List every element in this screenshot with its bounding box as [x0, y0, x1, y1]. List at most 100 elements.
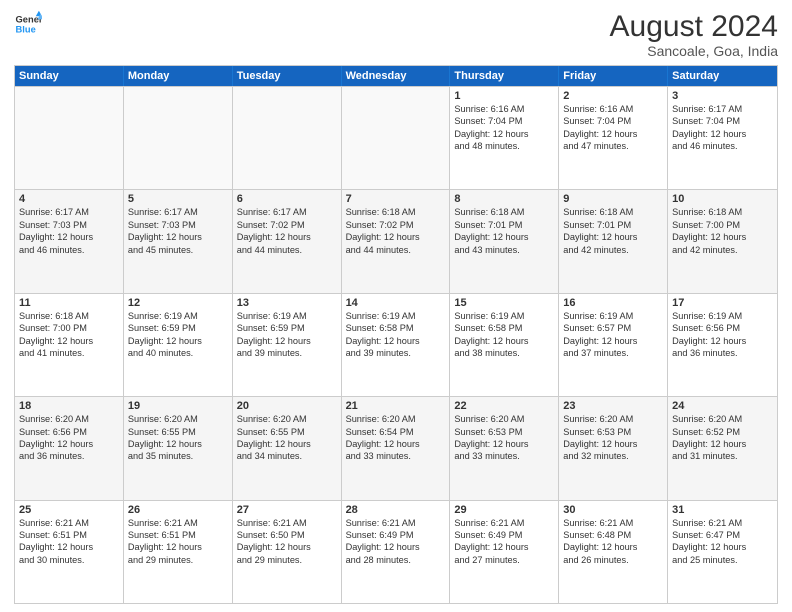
day-info: Sunrise: 6:19 AMSunset: 6:58 PMDaylight:… — [346, 310, 446, 360]
day-number: 30 — [563, 504, 663, 516]
calendar-row: 4Sunrise: 6:17 AMSunset: 7:03 PMDaylight… — [15, 189, 777, 292]
header-day: Friday — [559, 66, 668, 86]
day-cell: 11Sunrise: 6:18 AMSunset: 7:00 PMDayligh… — [15, 294, 124, 396]
day-info: Sunrise: 6:18 AMSunset: 7:00 PMDaylight:… — [19, 310, 119, 360]
day-cell: 14Sunrise: 6:19 AMSunset: 6:58 PMDayligh… — [342, 294, 451, 396]
day-info: Sunrise: 6:21 AMSunset: 6:48 PMDaylight:… — [563, 517, 663, 567]
day-info: Sunrise: 6:21 AMSunset: 6:50 PMDaylight:… — [237, 517, 337, 567]
svg-text:Blue: Blue — [16, 25, 36, 35]
day-cell: 23Sunrise: 6:20 AMSunset: 6:53 PMDayligh… — [559, 397, 668, 499]
day-cell: 22Sunrise: 6:20 AMSunset: 6:53 PMDayligh… — [450, 397, 559, 499]
header-day: Tuesday — [233, 66, 342, 86]
day-info: Sunrise: 6:21 AMSunset: 6:47 PMDaylight:… — [672, 517, 773, 567]
day-info: Sunrise: 6:17 AMSunset: 7:02 PMDaylight:… — [237, 206, 337, 256]
day-info: Sunrise: 6:21 AMSunset: 6:49 PMDaylight:… — [346, 517, 446, 567]
header-day: Wednesday — [342, 66, 451, 86]
day-info: Sunrise: 6:17 AMSunset: 7:04 PMDaylight:… — [672, 103, 773, 153]
day-info: Sunrise: 6:17 AMSunset: 7:03 PMDaylight:… — [128, 206, 228, 256]
header-day: Sunday — [15, 66, 124, 86]
day-number: 5 — [128, 193, 228, 205]
day-info: Sunrise: 6:21 AMSunset: 6:51 PMDaylight:… — [128, 517, 228, 567]
day-info: Sunrise: 6:18 AMSunset: 7:00 PMDaylight:… — [672, 206, 773, 256]
day-cell: 12Sunrise: 6:19 AMSunset: 6:59 PMDayligh… — [124, 294, 233, 396]
day-number: 7 — [346, 193, 446, 205]
day-cell: 21Sunrise: 6:20 AMSunset: 6:54 PMDayligh… — [342, 397, 451, 499]
day-info: Sunrise: 6:20 AMSunset: 6:54 PMDaylight:… — [346, 413, 446, 463]
calendar-row: 25Sunrise: 6:21 AMSunset: 6:51 PMDayligh… — [15, 500, 777, 603]
empty-cell — [124, 87, 233, 189]
empty-cell — [342, 87, 451, 189]
day-info: Sunrise: 6:19 AMSunset: 6:59 PMDaylight:… — [128, 310, 228, 360]
day-number: 14 — [346, 297, 446, 309]
main-title: August 2024 — [610, 10, 778, 43]
logo-icon: General Blue — [14, 10, 42, 38]
day-number: 10 — [672, 193, 773, 205]
day-info: Sunrise: 6:20 AMSunset: 6:56 PMDaylight:… — [19, 413, 119, 463]
subtitle: Sancoale, Goa, India — [610, 43, 778, 59]
day-number: 26 — [128, 504, 228, 516]
day-number: 1 — [454, 90, 554, 102]
day-number: 17 — [672, 297, 773, 309]
day-cell: 5Sunrise: 6:17 AMSunset: 7:03 PMDaylight… — [124, 190, 233, 292]
day-number: 12 — [128, 297, 228, 309]
empty-cell — [15, 87, 124, 189]
day-info: Sunrise: 6:20 AMSunset: 6:53 PMDaylight:… — [563, 413, 663, 463]
day-cell: 6Sunrise: 6:17 AMSunset: 7:02 PMDaylight… — [233, 190, 342, 292]
day-cell: 19Sunrise: 6:20 AMSunset: 6:55 PMDayligh… — [124, 397, 233, 499]
calendar-row: 1Sunrise: 6:16 AMSunset: 7:04 PMDaylight… — [15, 86, 777, 189]
day-number: 9 — [563, 193, 663, 205]
day-number: 6 — [237, 193, 337, 205]
day-number: 16 — [563, 297, 663, 309]
day-info: Sunrise: 6:21 AMSunset: 6:49 PMDaylight:… — [454, 517, 554, 567]
day-number: 22 — [454, 400, 554, 412]
day-info: Sunrise: 6:19 AMSunset: 6:56 PMDaylight:… — [672, 310, 773, 360]
page-header: General Blue August 2024 Sancoale, Goa, … — [14, 10, 778, 59]
day-info: Sunrise: 6:19 AMSunset: 6:57 PMDaylight:… — [563, 310, 663, 360]
day-cell: 3Sunrise: 6:17 AMSunset: 7:04 PMDaylight… — [668, 87, 777, 189]
day-cell: 4Sunrise: 6:17 AMSunset: 7:03 PMDaylight… — [15, 190, 124, 292]
day-number: 11 — [19, 297, 119, 309]
day-number: 29 — [454, 504, 554, 516]
day-info: Sunrise: 6:19 AMSunset: 6:59 PMDaylight:… — [237, 310, 337, 360]
day-number: 15 — [454, 297, 554, 309]
day-number: 19 — [128, 400, 228, 412]
day-cell: 24Sunrise: 6:20 AMSunset: 6:52 PMDayligh… — [668, 397, 777, 499]
day-cell: 7Sunrise: 6:18 AMSunset: 7:02 PMDaylight… — [342, 190, 451, 292]
day-info: Sunrise: 6:18 AMSunset: 7:01 PMDaylight:… — [454, 206, 554, 256]
calendar: SundayMondayTuesdayWednesdayThursdayFrid… — [14, 65, 778, 604]
day-info: Sunrise: 6:18 AMSunset: 7:02 PMDaylight:… — [346, 206, 446, 256]
day-info: Sunrise: 6:17 AMSunset: 7:03 PMDaylight:… — [19, 206, 119, 256]
day-cell: 27Sunrise: 6:21 AMSunset: 6:50 PMDayligh… — [233, 501, 342, 603]
calendar-header: SundayMondayTuesdayWednesdayThursdayFrid… — [15, 66, 777, 86]
day-cell: 29Sunrise: 6:21 AMSunset: 6:49 PMDayligh… — [450, 501, 559, 603]
day-cell: 9Sunrise: 6:18 AMSunset: 7:01 PMDaylight… — [559, 190, 668, 292]
day-info: Sunrise: 6:19 AMSunset: 6:58 PMDaylight:… — [454, 310, 554, 360]
day-number: 28 — [346, 504, 446, 516]
title-block: August 2024 Sancoale, Goa, India — [610, 10, 778, 59]
day-number: 20 — [237, 400, 337, 412]
day-cell: 30Sunrise: 6:21 AMSunset: 6:48 PMDayligh… — [559, 501, 668, 603]
day-info: Sunrise: 6:20 AMSunset: 6:53 PMDaylight:… — [454, 413, 554, 463]
day-info: Sunrise: 6:16 AMSunset: 7:04 PMDaylight:… — [454, 103, 554, 153]
day-cell: 17Sunrise: 6:19 AMSunset: 6:56 PMDayligh… — [668, 294, 777, 396]
day-info: Sunrise: 6:21 AMSunset: 6:51 PMDaylight:… — [19, 517, 119, 567]
calendar-row: 18Sunrise: 6:20 AMSunset: 6:56 PMDayligh… — [15, 396, 777, 499]
header-day: Saturday — [668, 66, 777, 86]
day-info: Sunrise: 6:20 AMSunset: 6:55 PMDaylight:… — [128, 413, 228, 463]
day-number: 21 — [346, 400, 446, 412]
day-cell: 20Sunrise: 6:20 AMSunset: 6:55 PMDayligh… — [233, 397, 342, 499]
day-number: 13 — [237, 297, 337, 309]
empty-cell — [233, 87, 342, 189]
day-number: 25 — [19, 504, 119, 516]
day-cell: 31Sunrise: 6:21 AMSunset: 6:47 PMDayligh… — [668, 501, 777, 603]
day-cell: 25Sunrise: 6:21 AMSunset: 6:51 PMDayligh… — [15, 501, 124, 603]
day-number: 31 — [672, 504, 773, 516]
day-info: Sunrise: 6:16 AMSunset: 7:04 PMDaylight:… — [563, 103, 663, 153]
day-cell: 1Sunrise: 6:16 AMSunset: 7:04 PMDaylight… — [450, 87, 559, 189]
day-cell: 8Sunrise: 6:18 AMSunset: 7:01 PMDaylight… — [450, 190, 559, 292]
day-number: 4 — [19, 193, 119, 205]
day-number: 18 — [19, 400, 119, 412]
day-number: 24 — [672, 400, 773, 412]
day-cell: 28Sunrise: 6:21 AMSunset: 6:49 PMDayligh… — [342, 501, 451, 603]
day-number: 2 — [563, 90, 663, 102]
